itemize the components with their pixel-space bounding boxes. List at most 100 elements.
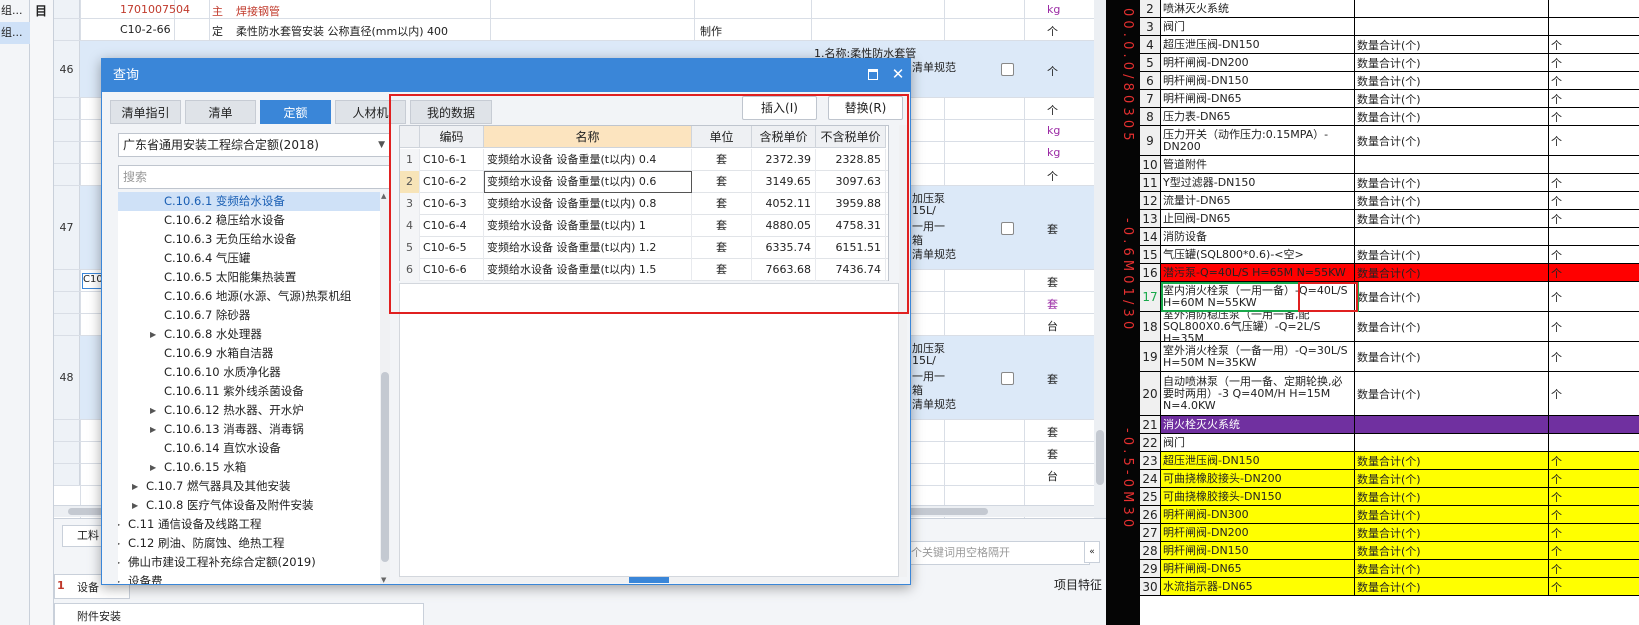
sheet-row[interactable]: 6 明杆闸阀-DN150 数量合计(个) 个 [1140, 72, 1639, 90]
sheet-row[interactable]: 4 超压泄压阀-DN150 数量合计(个) 个 [1140, 36, 1639, 54]
tree-item[interactable]: C.10.6.5 太阳能集热装置 [118, 268, 380, 287]
bg-table-row[interactable]: 1701007504 主焊接钢管 kg [54, 0, 1130, 19]
library-select[interactable]: 广东省通用安装工程综合定额(2018) ▼ [118, 133, 390, 157]
expand-arrow-icon[interactable]: ▶ [150, 458, 156, 477]
tree-item[interactable]: ▶ C.12 刷油、防腐蚀、绝热工程 [118, 534, 380, 553]
sheet-row[interactable]: 8 压力表-DN65 数量合计(个) 个 [1140, 108, 1639, 126]
sheet-row[interactable]: 23 超压泄压阀-DN150 数量合计(个) 个 [1140, 452, 1639, 470]
tree-scroll-thumb[interactable] [381, 372, 389, 562]
scroll-up-icon[interactable]: ▲ [381, 192, 386, 200]
tree-item[interactable]: C.10.6.9 水箱自洁器 [118, 344, 380, 363]
row-unit: 个 [1047, 104, 1058, 117]
sheet-row[interactable]: 22 阀门 [1140, 434, 1639, 452]
sheet-row[interactable]: 16 潜污泵-Q=40L/S H=65M N=55KW 数量合计(个) 个 [1140, 264, 1639, 282]
sheet-row[interactable]: 11 Y型过滤器-DN150 数量合计(个) 个 [1140, 174, 1639, 192]
tree-item[interactable]: C.10.6.6 地源(水源、气源)热泵机组 [118, 287, 380, 306]
row-name: 柔性防水套管安装 公称直径(mm以内) 400 [236, 25, 449, 38]
sheet-quantity-rule: 数量合计(个) [1355, 54, 1549, 71]
sheet-row[interactable]: 15 气压罐(SQL800*0.6)-<空> 数量合计(个) 个 [1140, 246, 1639, 264]
bottom-row-2[interactable]: 附件安装 [54, 603, 424, 625]
expand-arrow-icon[interactable]: ▶ [118, 534, 120, 553]
row-unit: 个 [1047, 25, 1058, 38]
splitter-grip[interactable] [629, 577, 669, 583]
tab-bill-guide[interactable]: 清单指引 [110, 100, 181, 124]
sheet-row[interactable]: 9 压力开关（动作压力:0.15MPA）-DN200 数量合计(个) 个 [1140, 126, 1639, 156]
tree-item[interactable]: ▶ C.11 通信设备及线路工程 [118, 515, 380, 534]
sheet-row[interactable]: 13 止回阀-DN65 数量合计(个) 个 [1140, 210, 1639, 228]
sheet-row[interactable]: 28 明杆闸阀-DN150 数量合计(个) 个 [1140, 542, 1639, 560]
row-checkbox[interactable] [1001, 221, 1014, 235]
sheet-row[interactable]: 2 喷淋灭火系统 [1140, 0, 1639, 18]
sheet-row[interactable]: 14 消防设备 [1140, 228, 1639, 246]
sheet-quantity-rule: 数量合计(个) [1355, 578, 1549, 595]
bg-table-row[interactable]: C10-2-66 定柔性防水套管安装 公称直径(mm以内) 400 制作 个 [54, 19, 1130, 41]
expand-arrow-icon[interactable]: ▶ [118, 572, 120, 584]
expand-arrow-icon[interactable]: ▶ [118, 553, 120, 572]
sheet-row[interactable]: 10 管道附件 [1140, 156, 1639, 174]
sheet-row[interactable]: 3 阀门 [1140, 18, 1639, 36]
tree-item[interactable]: ▶ C.10.6.12 热水器、开水炉 [118, 401, 380, 420]
tab-bill[interactable]: 清单 [185, 100, 256, 124]
left-strip-item[interactable]: 组... [0, 0, 30, 22]
sheet-row[interactable]: 26 明杆闸阀-DN300 数量合计(个) 个 [1140, 506, 1639, 524]
tree-item[interactable]: C.10.6.11 紫外线杀菌设备 [118, 382, 380, 401]
sheet-row[interactable]: 29 明杆闸阀-DN65 数量合计(个) 个 [1140, 560, 1639, 578]
row-checkbox[interactable] [1001, 371, 1014, 385]
tree-item[interactable]: C.10.6.4 气压罐 [118, 249, 380, 268]
sheet-row[interactable]: 12 流量计-DN65 数量合计(个) 个 [1140, 192, 1639, 210]
left-strip-item-selected[interactable]: 组... [0, 22, 30, 44]
result-hscrollbar[interactable] [399, 577, 899, 583]
tree-item[interactable]: ▶ 佛山市建设工程补充综合定额(2019) [118, 553, 380, 572]
result-panel [399, 283, 899, 577]
collapse-icon[interactable]: « [1084, 541, 1100, 563]
tree-item[interactable]: ▶ C.10.6.13 消毒器、消毒锅 [118, 420, 380, 439]
tree-item[interactable]: ▶ C.10.8 医疗气体设备及附件安装 [118, 496, 380, 515]
tree-item[interactable]: ▶ C.10.7 燃气器具及其他安装 [118, 477, 380, 496]
sheet-row[interactable]: 5 明杆闸阀-DN200 数量合计(个) 个 [1140, 54, 1639, 72]
sheet-quantity-rule: 数量合计(个) [1355, 542, 1549, 559]
sheet-row[interactable]: 20 自动喷淋泵（一用一备、定期轮换,必要时两用）-3 Q=40M/H H=15M… [1140, 372, 1639, 416]
sheet-row[interactable]: 30 水流指示器-DN65 数量合计(个) 个 [1140, 578, 1639, 596]
expand-arrow-icon[interactable]: ▶ [150, 401, 156, 420]
close-icon[interactable]: ✕ [890, 66, 906, 82]
side-tab[interactable]: 目 [30, 0, 54, 625]
bottom-row-number: 1 [57, 579, 65, 592]
vscroll-thumb[interactable] [1096, 430, 1104, 485]
tree-item[interactable]: ▶ C.10.6.8 水处理器 [118, 325, 380, 344]
maximize-icon[interactable] [867, 68, 879, 80]
tree-item[interactable]: C.10.6.14 直饮水设备 [118, 439, 380, 458]
row-unit: 个 [1047, 64, 1058, 78]
sheet-unit: 个 [1551, 387, 1562, 401]
tree-search-input[interactable] [118, 165, 390, 189]
scroll-down-icon[interactable]: ▼ [381, 576, 386, 584]
tree-item-label: C.10.6.4 气压罐 [164, 251, 251, 265]
sheet-row[interactable]: 7 明杆闸阀-DN65 数量合计(个) 个 [1140, 90, 1639, 108]
expand-arrow-icon[interactable]: ▶ [150, 325, 156, 344]
sheet-unit: 个 [1551, 248, 1562, 262]
tree-item[interactable]: C.10.6.10 水质净化器 [118, 363, 380, 382]
tree-item[interactable]: ▶ C.10.6.15 水箱 [118, 458, 380, 477]
row-checkbox[interactable] [1001, 63, 1014, 76]
sheet-row[interactable]: 21 消火栓灭火系统 [1140, 416, 1639, 434]
sheet-row[interactable]: 18 室外消防稳压泵（一用一备,配SQL800X0.6气压罐）-Q=2L/S H=… [1140, 312, 1639, 342]
tab-quota[interactable]: 定额 [260, 100, 331, 124]
tree-item[interactable]: ▶ 设备费 [118, 572, 380, 584]
tree-item[interactable]: C.10.6.3 无负压给水设备 [118, 230, 380, 249]
sheet-row[interactable]: 25 可曲挠橡胶接头-DN150 数量合计(个) 个 [1140, 488, 1639, 506]
tree-item[interactable]: C.10.6.2 稳压给水设备 [118, 211, 380, 230]
expand-arrow-icon[interactable]: ▶ [118, 515, 120, 534]
expand-arrow-icon[interactable]: ▶ [132, 496, 138, 515]
expand-arrow-icon[interactable]: ▶ [150, 420, 156, 439]
sheet-row[interactable]: 19 室外消火栓泵（一备一用）-Q=30L/S H=50M N=35KW 数量合计(… [1140, 342, 1639, 372]
sheet-row-number: 3 [1140, 18, 1161, 35]
sheet-unit: 个 [1551, 134, 1562, 148]
sheet-row[interactable]: 27 明杆闸阀-DN200 数量合计(个) 个 [1140, 524, 1639, 542]
sheet-row-number: 7 [1140, 90, 1161, 107]
expand-arrow-icon[interactable]: ▶ [132, 477, 138, 496]
row-feature: 清单规范 [912, 398, 956, 411]
tree-item[interactable]: C.10.6.1 变频给水设备 [118, 192, 380, 211]
background-vscrollbar[interactable] [1094, 0, 1106, 520]
tree-item[interactable]: C.10.6.7 除砂器 [118, 306, 380, 325]
dialog-title[interactable]: 查询 [102, 59, 910, 92]
sheet-row[interactable]: 24 可曲挠橡胶接头-DN200 数量合计(个) 个 [1140, 470, 1639, 488]
